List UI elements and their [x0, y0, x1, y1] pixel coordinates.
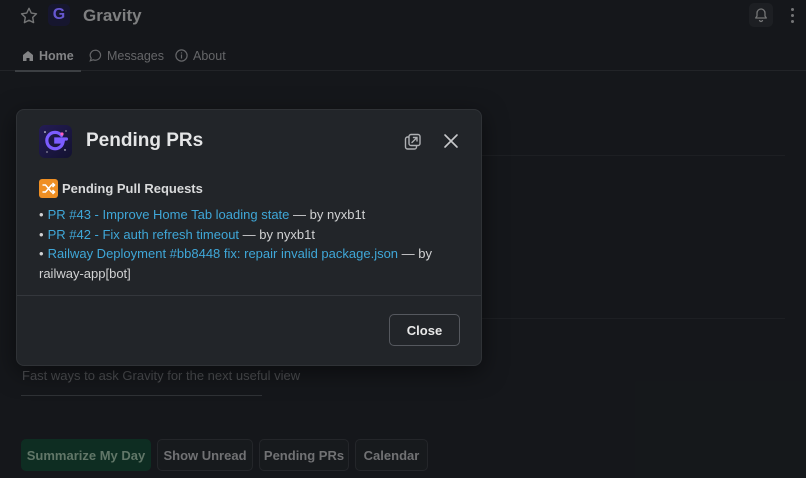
section-title: Pending Pull Requests — [62, 180, 203, 196]
author-separator: — by — [239, 226, 277, 242]
pending-prs-modal: Pending PRs Pending Pull Requests • PR #4… — [16, 109, 482, 366]
gravity-logo — [39, 125, 72, 158]
pr-author: nyxb1t — [276, 226, 315, 242]
shuffle-icon — [39, 178, 58, 198]
modal-title: Pending PRs — [86, 130, 204, 151]
pr-author: nyxb1t — [326, 207, 366, 222]
pr-link[interactable]: Railway Deployment #bb8448 fix: repair i… — [48, 246, 398, 261]
modal-body: Pending Pull Requests • PR #43 - Improve … — [39, 178, 459, 283]
close-button[interactable]: Close — [389, 314, 460, 346]
pr-link[interactable]: PR #43 - Improve Home Tab loading state — [48, 207, 290, 222]
author-separator: — by — [289, 207, 327, 222]
modal-footer: Close — [17, 295, 481, 365]
list-item: • PR #43 - Improve Home Tab loading state… — [39, 205, 459, 225]
list-item: • PR #42 - Fix auth refresh timeout — by … — [39, 225, 459, 245]
pr-author: railway-app[bot] — [39, 265, 131, 281]
section-header: Pending Pull Requests — [39, 178, 459, 198]
pr-list: • PR #43 - Improve Home Tab loading state… — [39, 205, 459, 283]
close-icon[interactable] — [442, 132, 460, 150]
bullet: • — [39, 246, 44, 261]
list-item: • Railway Deployment #bb8448 fix: repair … — [39, 244, 459, 283]
author-separator: — by — [398, 246, 433, 261]
bullet: • — [39, 226, 44, 242]
bullet: • — [39, 207, 44, 222]
pr-link[interactable]: PR #42 - Fix auth refresh timeout — [48, 227, 239, 242]
open-in-new-window-icon[interactable] — [403, 132, 423, 152]
